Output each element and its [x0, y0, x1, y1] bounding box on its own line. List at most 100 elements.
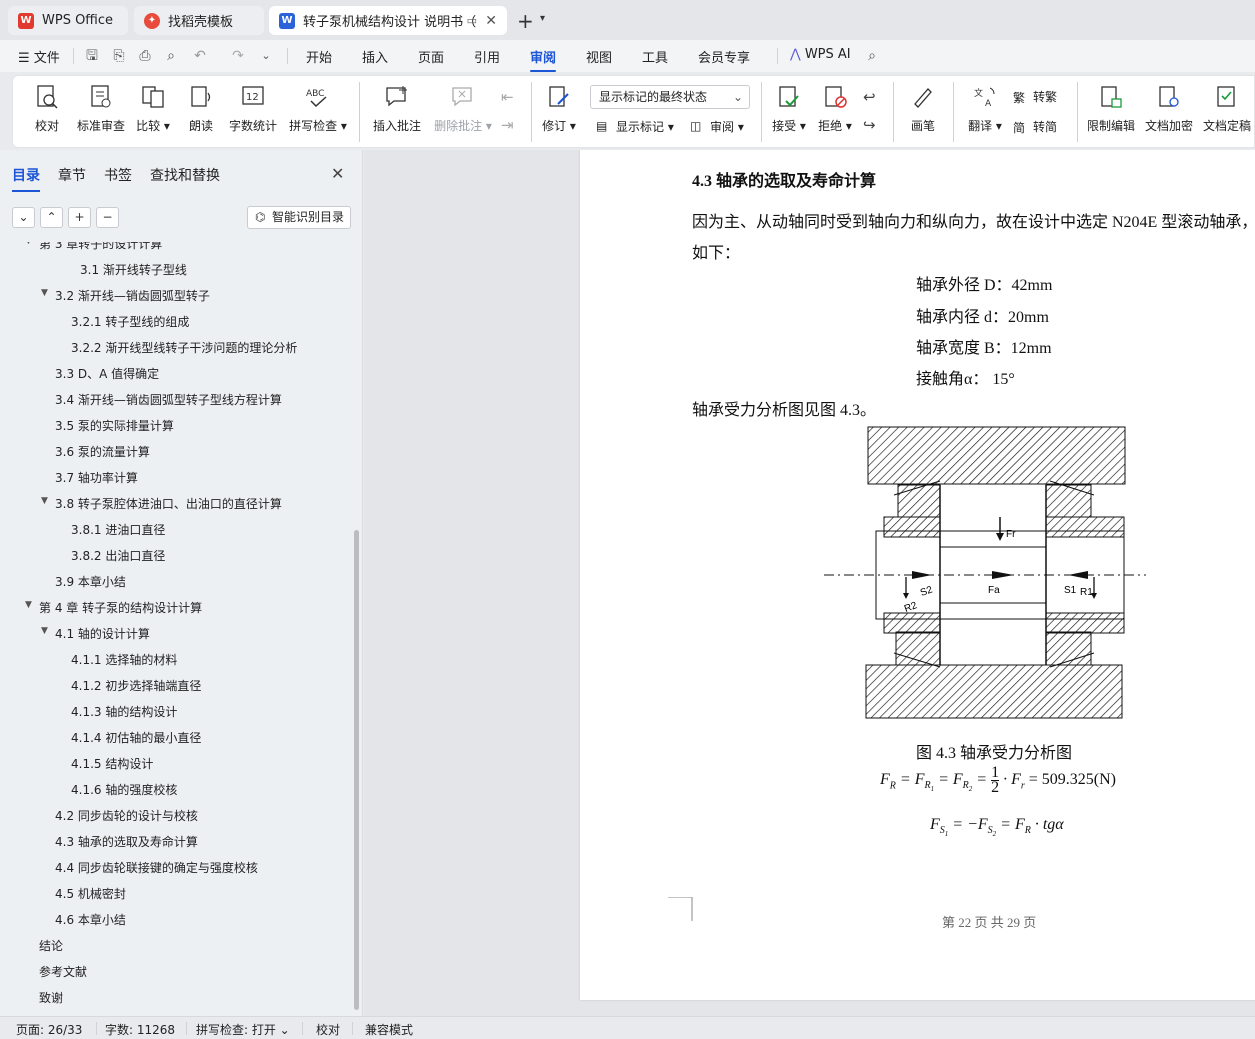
toc-item[interactable]: 3.1 渐开线转子型线 [0, 258, 352, 280]
translate-button[interactable]: 文A 翻译 ▾ [963, 76, 1007, 147]
print-icon[interactable]: ⎙ [137, 48, 153, 64]
expand-caret-icon[interactable]: ▼ [25, 600, 32, 610]
previous-comment-icon[interactable]: ⇤ [501, 88, 514, 106]
document-encrypt-button[interactable]: 文档加密 [1143, 76, 1195, 147]
compare-button[interactable]: 比较 ▾ [133, 76, 173, 147]
toc-item[interactable]: 3.9 本章小结 [0, 570, 352, 592]
toc-item[interactable]: 4.1.2 初步选择轴端直径 [0, 674, 352, 696]
menu-tools[interactable]: 工具 [642, 47, 668, 66]
toc-item[interactable]: 4.1.3 轴的结构设计 [0, 700, 352, 722]
delete-comment-button[interactable]: 删除批注 ▾ [431, 76, 495, 147]
expand-caret-icon[interactable]: ▼ [41, 626, 48, 636]
restrict-editing-button[interactable]: 限制编辑 [1085, 76, 1137, 147]
word-count-button[interactable]: 12 字数统计 [225, 76, 281, 147]
wps-ai-button[interactable]: ⋀ WPS AI [790, 47, 851, 62]
undo-icon[interactable]: ↶ [192, 48, 208, 64]
toc-item[interactable]: 4.1.5 结构设计 [0, 752, 352, 774]
toc-scrollbar[interactable] [354, 530, 359, 1010]
tab-docer-templates[interactable]: ✦ 找稻壳模板 [134, 6, 264, 35]
toc-item[interactable]: 参考文献 [0, 960, 352, 982]
close-icon[interactable]: ✕ [485, 13, 497, 29]
expand-caret-icon[interactable]: ▼ [41, 496, 48, 506]
chevron-down-icon[interactable]: ⌄ [258, 48, 274, 64]
menu-review[interactable]: 审阅 [530, 47, 557, 72]
toc-item[interactable]: 4.5 机械密封 [0, 882, 352, 904]
markup-state-dropdown[interactable]: 显示标记的最终状态 ⌄ [590, 85, 750, 109]
standard-review-button[interactable]: 标准审查 [73, 76, 129, 147]
menu-page[interactable]: 页面 [418, 47, 444, 66]
menu-view[interactable]: 视图 [586, 47, 612, 66]
read-aloud-button[interactable]: 朗读 [181, 76, 221, 147]
spell-check-indicator[interactable]: 拼写检查: 打开 ⌄ [196, 1021, 290, 1038]
toc-item[interactable]: 4.2 同步齿轮的设计与校核 [0, 804, 352, 826]
toc-item[interactable]: 4.3 轴承的选取及寿命计算 [0, 830, 352, 852]
collapse-all-button[interactable]: ⌄ [12, 207, 35, 228]
chevron-down-icon[interactable]: ▾ [540, 13, 545, 24]
smart-toc-button[interactable]: 智能识别目录 [247, 206, 351, 229]
show-markup-button[interactable]: ▤ 显示标记 ▾ [596, 118, 674, 135]
document-finalize-button[interactable]: 文档定稿 [1201, 76, 1253, 147]
proofread-button[interactable]: 校对 [25, 76, 69, 147]
spell-check-button[interactable]: ABC 拼写检查 ▾ [285, 76, 351, 147]
tab-bookmarks[interactable]: 书签 [104, 165, 132, 185]
toc-item[interactable]: ▼ 3.8 转子泵腔体进油口、出油口的直径计算 [0, 492, 352, 514]
toc-item[interactable]: 3.7 轴功率计算 [0, 466, 352, 488]
word-count-indicator[interactable]: 字数: 11268 [105, 1021, 175, 1038]
add-heading-button[interactable]: + [68, 207, 91, 228]
next-change-icon[interactable]: ↪ [863, 116, 876, 134]
accept-button[interactable]: 接受 ▾ [769, 76, 809, 147]
expand-caret-icon[interactable]: ▼ [41, 288, 48, 298]
tab-current-document[interactable]: W 转子泵机械结构设计 说明书（ ▭ ✕ [269, 6, 507, 35]
tab-wps-office[interactable]: W WPS Office [8, 6, 128, 35]
print-preview-icon[interactable]: ⌕ [163, 48, 179, 64]
save-icon[interactable]: 🖫 [84, 48, 100, 64]
search-icon[interactable]: ⌕ [864, 48, 880, 64]
next-comment-icon[interactable]: ⇥ [501, 116, 514, 134]
new-tab-plus-icon[interactable]: + [517, 9, 534, 33]
tab-find-replace[interactable]: 查找和替换 [150, 165, 220, 185]
close-pane-icon[interactable]: ✕ [331, 164, 344, 183]
page-indicator[interactable]: 页面: 26/33 [16, 1021, 82, 1038]
remove-heading-button[interactable]: − [96, 207, 119, 228]
pen-button[interactable]: 画笔 [903, 76, 943, 147]
document-canvas[interactable]: 图示......................................… [364, 150, 1255, 1016]
toc-item[interactable]: 致谢 [0, 986, 352, 1008]
toc-item[interactable]: ▼ 第 4 章 转子泵的结构设计计算 [0, 596, 352, 618]
redo-icon[interactable]: ↷ [230, 48, 246, 64]
toc-item[interactable]: ▼ 3.2 渐开线—销齿圆弧型转子 [0, 284, 352, 306]
toc-item[interactable]: 3.2.2 渐开线型线转子干涉问题的理论分析 [0, 336, 352, 358]
monitor-icon[interactable]: ▭ [467, 14, 477, 27]
toc-item[interactable]: 结论 [0, 934, 352, 956]
toc-item[interactable]: 3.4 渐开线—销齿圆弧型转子型线方程计算 [0, 388, 352, 410]
toc-item[interactable]: 4.6 本章小结 [0, 908, 352, 930]
track-changes-button[interactable]: 修订 ▾ [539, 76, 579, 147]
file-menu[interactable]: ☰ 文件 [18, 47, 60, 66]
to-simplified-button[interactable]: 简转简 [1013, 118, 1057, 135]
toc-item[interactable]: 4.4 同步齿轮联接键的确定与强度校核 [0, 856, 352, 878]
expand-up-button[interactable]: ⌃ [40, 207, 63, 228]
toc-item[interactable]: 3.2.1 转子型线的组成 [0, 310, 352, 332]
toc-item[interactable]: 3.6 泵的流量计算 [0, 440, 352, 462]
toc-item[interactable]: ▼ 4.1 轴的设计计算 [0, 622, 352, 644]
expand-caret-icon[interactable]: ▼ [25, 242, 32, 246]
toc-item[interactable]: 3.8.1 进油口直径 [0, 518, 352, 540]
save-as-icon[interactable]: ⎘ [111, 48, 127, 64]
review-pane-button[interactable]: ◫ 审阅 ▾ [690, 118, 744, 135]
toc-item[interactable]: ▼ 第 3 章转子的设计计算 [0, 242, 352, 254]
toc-item[interactable]: 3.5 泵的实际排量计算 [0, 414, 352, 436]
previous-change-icon[interactable]: ↩ [863, 88, 876, 106]
menu-membership[interactable]: 会员专享 [698, 47, 750, 66]
tab-toc[interactable]: 目录 [12, 165, 40, 192]
document-page[interactable]: 图示......................................… [580, 150, 1255, 1000]
toc-item[interactable]: 3.8.2 出油口直径 [0, 544, 352, 566]
menu-insert[interactable]: 插入 [362, 47, 388, 66]
menu-references[interactable]: 引用 [474, 47, 500, 66]
insert-comment-button[interactable]: 插入批注 [369, 76, 425, 147]
reject-button[interactable]: 拒绝 ▾ [815, 76, 855, 147]
proofread-indicator[interactable]: 校对 [316, 1021, 340, 1038]
toc-item[interactable]: 4.1.4 初估轴的最小直径 [0, 726, 352, 748]
tab-chapters[interactable]: 章节 [58, 165, 86, 185]
toc-item[interactable]: 3.3 D、A 值得确定 [0, 362, 352, 384]
toc-item[interactable]: 4.1.1 选择轴的材料 [0, 648, 352, 670]
toc-item[interactable]: 4.1.6 轴的强度校核 [0, 778, 352, 800]
